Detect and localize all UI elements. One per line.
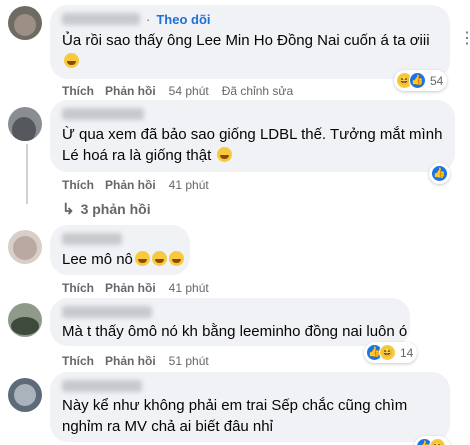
- comment-bubble: Lee mô nô: [50, 225, 190, 275]
- view-replies-link[interactable]: ↳ 3 phản hồi: [62, 200, 151, 218]
- reply-button[interactable]: Phản hồi: [105, 178, 156, 192]
- author-name[interactable]: [62, 233, 122, 245]
- avatar[interactable]: [8, 303, 42, 337]
- comment-text: Lee mô nô: [62, 249, 184, 270]
- comment-text: Ừ qua xem đã bảo sao giống LDBL thế. Tưở…: [62, 126, 443, 164]
- avatar[interactable]: [8, 107, 42, 141]
- grinning-emoji: [151, 251, 167, 266]
- comment-bubble: · Theo dõi Ủa rồi sao thấy ông Lee Min H…: [50, 5, 450, 79]
- reply-button[interactable]: Phản hồi: [105, 281, 156, 295]
- haha-reaction-icon: 😆: [429, 438, 446, 445]
- reply-button[interactable]: Phản hồi: [105, 84, 156, 98]
- reply-button[interactable]: Phản hồi: [105, 354, 156, 368]
- like-button[interactable]: Thích: [62, 178, 94, 192]
- thread-line: [26, 144, 28, 204]
- grinning-emoji: [168, 251, 184, 266]
- edited-label: Đã chỉnh sửa: [221, 84, 294, 98]
- grinning-sweat-emoji: [64, 53, 79, 68]
- reaction-count: 14: [400, 345, 414, 360]
- grinning-emoji: [134, 251, 150, 266]
- timestamp[interactable]: 51 phút: [169, 354, 209, 368]
- haha-reaction-icon: 😆: [379, 344, 396, 361]
- comment-bubble: Này kể như không phải em trai Sếp chắc c…: [50, 372, 450, 442]
- comment-text: Này kể như không phải em trai Sếp chắc c…: [62, 397, 408, 435]
- comment-bubble: Ừ qua xem đã bảo sao giống LDBL thế. Tưở…: [50, 100, 455, 172]
- avatar[interactable]: [8, 378, 42, 412]
- comment-bubble: Mà t thấy ômô nó kh bằng leeminho đồng n…: [50, 298, 410, 346]
- more-options-icon[interactable]: ⋮: [459, 28, 470, 48]
- like-button[interactable]: Thích: [62, 354, 94, 368]
- like-reaction-icon: 👍: [431, 165, 448, 182]
- author-name[interactable]: [62, 108, 144, 120]
- comment-actions: Thích Phản hồi 54 phút Đã chỉnh sửa: [62, 84, 293, 98]
- timestamp[interactable]: 54 phút: [169, 84, 209, 98]
- reply-arrow-icon: ↳: [62, 201, 75, 218]
- follow-link[interactable]: Theo dõi: [156, 12, 210, 27]
- comment-text: Ủa rồi sao thấy ông Lee Min Ho Đồng Nai …: [62, 30, 430, 72]
- comment-actions: Thích Phản hồi 41 phút: [62, 178, 209, 192]
- author-name[interactable]: [62, 13, 140, 25]
- timestamp[interactable]: 41 phút: [169, 281, 209, 295]
- comment-text: Mà t thấy ômô nó kh bằng leeminho đồng n…: [62, 323, 408, 340]
- timestamp[interactable]: 41 phút: [169, 178, 209, 192]
- like-reaction-icon: 👍: [409, 72, 426, 89]
- reaction-summary[interactable]: 👍 😆 14: [364, 342, 418, 363]
- author-name[interactable]: [62, 380, 142, 392]
- avatar[interactable]: [8, 230, 42, 264]
- rolling-laughing-emoji: [217, 147, 233, 162]
- avatar[interactable]: [8, 6, 42, 40]
- like-button[interactable]: Thích: [62, 281, 94, 295]
- reaction-summary[interactable]: 👍 😆: [414, 436, 450, 445]
- comment-actions: Thích Phản hồi 41 phút: [62, 281, 209, 295]
- like-button[interactable]: Thích: [62, 84, 94, 98]
- reaction-count: 54: [430, 73, 444, 88]
- separator-dot: ·: [146, 11, 151, 27]
- reaction-summary[interactable]: 😆 👍 54: [394, 70, 448, 91]
- view-replies-label: 3 phản hồi: [80, 201, 151, 217]
- author-name[interactable]: [62, 306, 152, 318]
- reaction-summary[interactable]: 👍: [429, 163, 450, 184]
- comment-actions: Thích Phản hồi 51 phút: [62, 354, 209, 368]
